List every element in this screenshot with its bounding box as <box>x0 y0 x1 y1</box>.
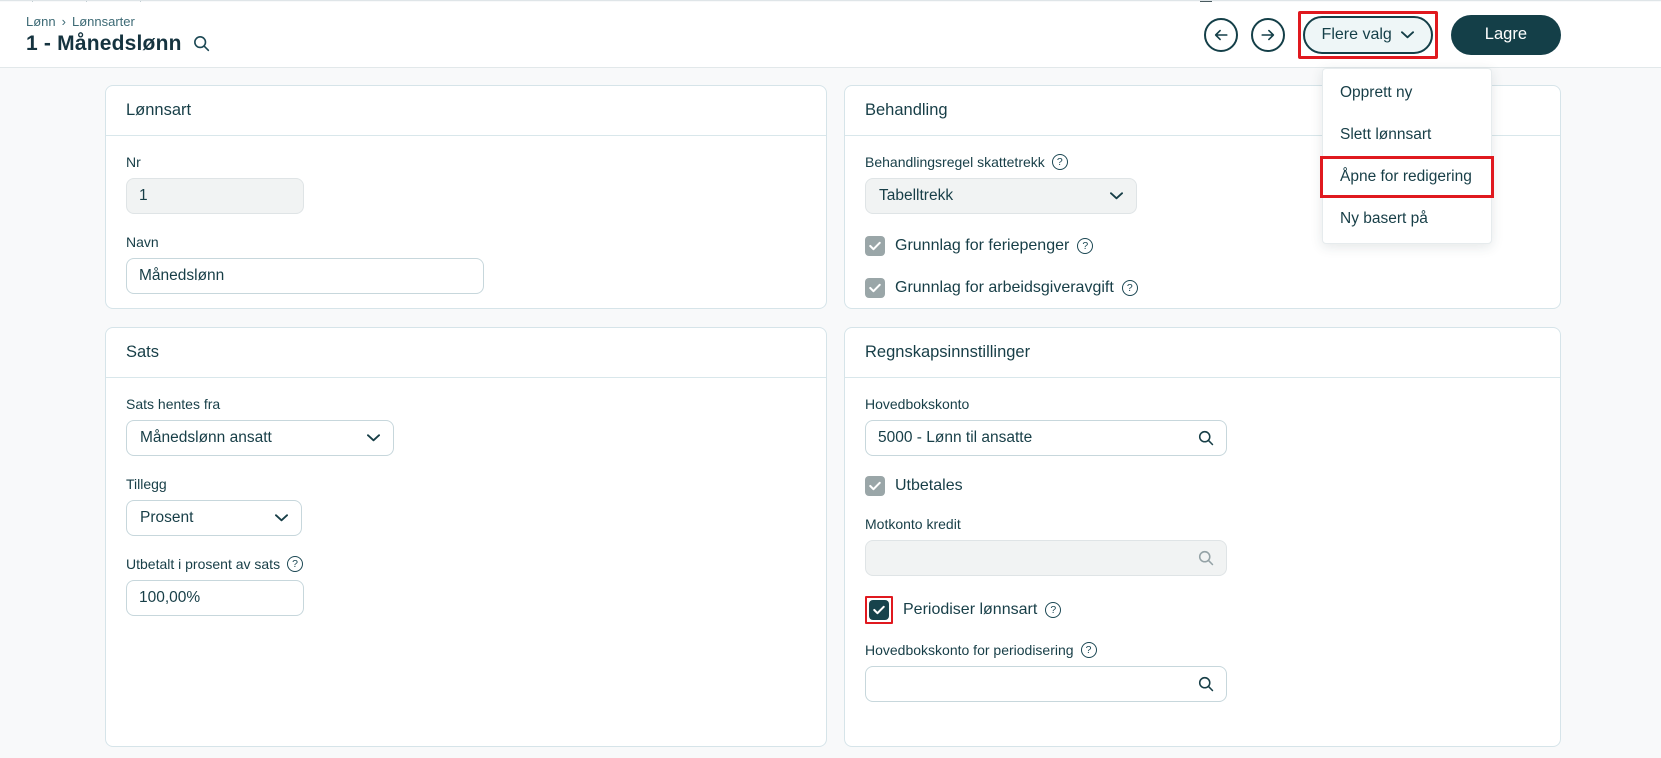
arrow-left-icon <box>1213 28 1229 42</box>
motkonto-kredit-label: Motkonto kredit <box>865 516 1540 532</box>
chevron-down-icon <box>1401 31 1414 39</box>
more-options-menu: Opprett ny Slett lønnsart Åpne for redig… <box>1322 68 1492 244</box>
feriepenger-label: Grunnlag for feriepenger <box>895 237 1069 255</box>
menu-item-ny-basert-pa[interactable]: Ny basert på <box>1323 198 1491 240</box>
menu-item-annotation-box: Åpne for redigering <box>1320 156 1494 198</box>
skattetrekk-label: Behandlingsregel skattetrekk <box>865 154 1045 170</box>
title-search-icon[interactable] <box>192 34 211 53</box>
periodiser-annotation-box <box>865 596 893 624</box>
periodiser-checkbox[interactable] <box>869 600 889 620</box>
save-button[interactable]: Lagre <box>1451 15 1561 55</box>
card-regnskapsinnstillinger: Regnskapsinnstillinger Hovedbokskonto <box>844 327 1561 747</box>
utbetalt-prosent-help-icon[interactable] <box>287 556 303 572</box>
more-options-annotation-box: Flere valg <box>1298 11 1438 59</box>
menu-item-apne-for-redigering[interactable]: Åpne for redigering <box>1323 159 1491 195</box>
checkmark-icon <box>869 241 881 251</box>
nr-input[interactable] <box>126 178 304 214</box>
page-header: Lønn › Lønnsarter 1 - Månedslønn <box>0 2 1661 68</box>
utbetalt-prosent-label: Utbetalt i prosent av sats <box>126 556 280 572</box>
skattetrekk-select[interactable]: Tabelltrekk <box>865 178 1137 214</box>
utbetales-checkbox[interactable] <box>865 476 885 496</box>
tillegg-label: Tillegg <box>126 476 806 492</box>
checkmark-icon <box>869 283 881 293</box>
skattetrekk-selected-value: Tabelltrekk <box>879 187 953 205</box>
card-lonnsart-title: Lønnsart <box>106 86 826 136</box>
card-sats: Sats Sats hentes fra Månedslønn ansatt T… <box>105 327 827 747</box>
nr-label: Nr <box>126 154 806 170</box>
periodisering-konto-help-icon[interactable] <box>1081 642 1097 658</box>
hovedbokskonto-input[interactable] <box>865 420 1227 456</box>
breadcrumb-lonn[interactable]: Lønn <box>26 14 56 29</box>
navn-input[interactable] <box>126 258 484 294</box>
card-lonnsart: Lønnsart Nr Navn <box>105 85 827 309</box>
chevron-down-icon <box>275 514 288 522</box>
motkonto-kredit-input[interactable] <box>865 540 1227 576</box>
periodisering-konto-input[interactable] <box>865 666 1227 702</box>
sats-hentes-fra-selected-value: Månedslønn ansatt <box>140 429 272 447</box>
arbeidsgiveravgift-label: Grunnlag for arbeidsgiveravgift <box>895 279 1114 297</box>
chevron-down-icon <box>367 434 380 442</box>
header-actions: Flere valg Lagre <box>1204 11 1561 59</box>
feriepenger-help-icon[interactable] <box>1077 238 1093 254</box>
periodiser-help-icon[interactable] <box>1045 602 1061 618</box>
utbetalt-prosent-input[interactable] <box>126 580 304 616</box>
tillegg-select[interactable]: Prosent <box>126 500 302 536</box>
header-left: Lønn › Lønnsarter 1 - Månedslønn <box>26 14 211 56</box>
payroll-wage-type-page: Lønn › Lønnsarter 1 - Månedslønn <box>0 0 1661 758</box>
more-options-label: Flere valg <box>1322 26 1392 44</box>
sats-hentes-fra-label: Sats hentes fra <box>126 396 806 412</box>
menu-item-slett-lonnsart[interactable]: Slett lønnsart <box>1323 114 1491 156</box>
arbeidsgiveravgift-help-icon[interactable] <box>1122 280 1138 296</box>
utbetales-label: Utbetales <box>895 477 963 495</box>
motkonto-kredit-search-icon[interactable] <box>1197 549 1215 567</box>
arbeidsgiveravgift-checkbox[interactable] <box>865 278 885 298</box>
hovedbokskonto-search-icon[interactable] <box>1197 429 1215 447</box>
next-button[interactable] <box>1251 18 1285 52</box>
previous-button[interactable] <box>1204 18 1238 52</box>
menu-item-opprett-ny[interactable]: Opprett ny <box>1323 72 1491 114</box>
periodisering-konto-label: Hovedbokskonto for periodisering <box>865 642 1074 658</box>
breadcrumb-lonnsarter[interactable]: Lønnsarter <box>72 14 135 29</box>
periodiser-label: Periodiser lønnsart <box>903 601 1037 619</box>
breadcrumb-separator: › <box>62 14 66 29</box>
breadcrumb: Lønn › Lønnsarter <box>26 14 211 29</box>
card-sats-title: Sats <box>106 328 826 378</box>
page-title: 1 - Månedslønn <box>26 32 182 56</box>
more-options-button[interactable]: Flere valg <box>1303 16 1433 54</box>
tillegg-selected-value: Prosent <box>140 509 193 527</box>
feriepenger-checkbox[interactable] <box>865 236 885 256</box>
skattetrekk-help-icon[interactable] <box>1052 154 1068 170</box>
card-regnskapsinnstillinger-title: Regnskapsinnstillinger <box>845 328 1560 378</box>
chevron-down-icon <box>1110 192 1123 200</box>
navn-label: Navn <box>126 234 806 250</box>
hovedbokskonto-label: Hovedbokskonto <box>865 396 1540 412</box>
sats-hentes-fra-select[interactable]: Månedslønn ansatt <box>126 420 394 456</box>
periodisering-konto-search-icon[interactable] <box>1197 675 1215 693</box>
checkmark-icon <box>869 481 881 491</box>
arrow-right-icon <box>1260 28 1276 42</box>
checkmark-icon <box>873 605 885 615</box>
